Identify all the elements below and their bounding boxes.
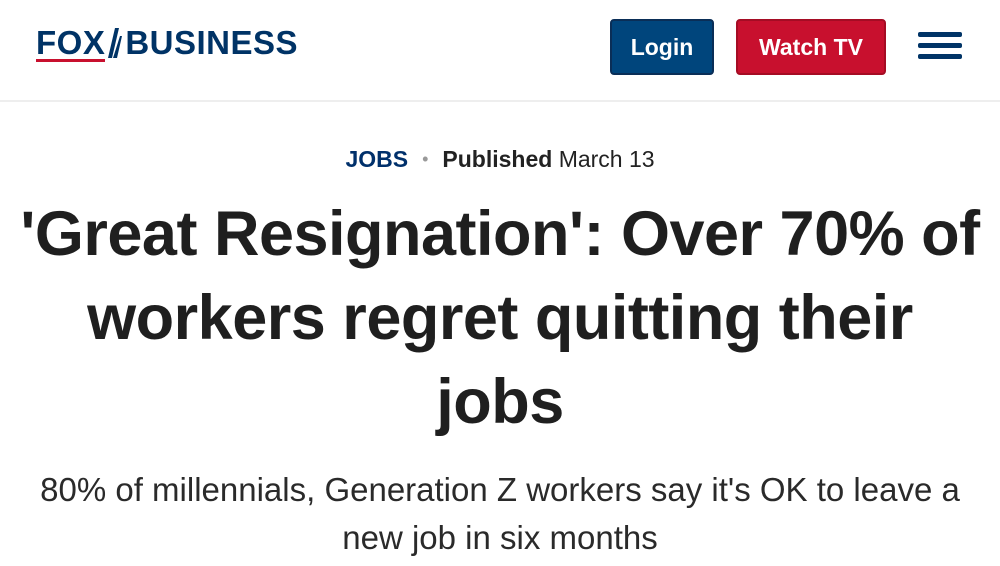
- login-button[interactable]: Login: [610, 19, 714, 75]
- published-label: Published: [442, 146, 553, 172]
- hamburger-menu-icon[interactable]: [916, 28, 966, 64]
- fox-business-logo[interactable]: FOX BUSINESS: [36, 24, 298, 64]
- logo-business-text: BUSINESS: [125, 24, 299, 61]
- watch-tv-button[interactable]: Watch TV: [736, 19, 886, 75]
- logo-fox-text: FOX: [36, 24, 106, 62]
- published-date: March 13: [558, 146, 655, 172]
- logo-red-underline: [36, 59, 106, 62]
- article-headline: 'Great Resignation': Over 70% of workers…: [20, 199, 980, 437]
- meta-separator: •: [422, 149, 429, 169]
- site-header: FOX BUSINESS Login Watch TV: [0, 0, 1000, 102]
- article-subheadline: 80% of millennials, Generation Z workers…: [40, 471, 960, 556]
- category-link-jobs[interactable]: JOBS: [345, 146, 408, 172]
- logo-slash-icon: [108, 28, 123, 58]
- article-meta: JOBS • Published March 13: [0, 144, 1000, 174]
